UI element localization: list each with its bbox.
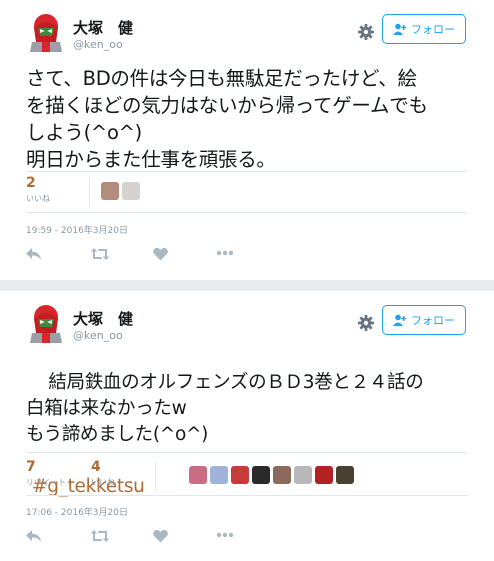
retweets-label: リツイート xyxy=(26,478,66,487)
timestamp[interactable]: 17:06 - 2016年3月20日 xyxy=(26,505,128,518)
heart-icon[interactable] xyxy=(153,529,168,543)
liker-avatar[interactable] xyxy=(315,466,333,484)
more-icon[interactable] xyxy=(216,532,234,538)
tweet-text-body: 結局鉄血のオルフェンズのＢＤ3巻と２４話の 白箱は来なかったw もう諦めました(… xyxy=(26,372,424,445)
follow-user-icon xyxy=(393,314,407,326)
more-icon[interactable] xyxy=(216,250,234,256)
follow-button-label: フォロー xyxy=(411,314,455,327)
retweet-icon[interactable] xyxy=(90,529,110,543)
author-name[interactable]: 大塚 健 xyxy=(73,308,133,329)
likes-label: いいね xyxy=(26,194,50,203)
liker-avatar[interactable] xyxy=(336,466,354,484)
reply-icon[interactable] xyxy=(26,529,42,543)
retweets-stat[interactable]: 7 リツイート xyxy=(26,459,66,488)
likes-count: 2 xyxy=(26,175,36,191)
timestamp[interactable]: 19:59 - 2016年3月20日 xyxy=(26,223,128,236)
avatar[interactable] xyxy=(26,303,66,343)
follow-button[interactable]: フォロー xyxy=(382,305,466,335)
divider xyxy=(89,177,90,207)
gear-icon[interactable] xyxy=(355,312,377,334)
likes-stat[interactable]: 2 いいね xyxy=(26,175,50,204)
liker-avatar[interactable] xyxy=(189,466,207,484)
divider xyxy=(26,171,468,172)
tweet-text: さて、BDの件は今日も無駄足だったけど、絵 を描くほどの気力はないから帰ってゲー… xyxy=(26,67,428,171)
liker-avatar[interactable] xyxy=(210,466,228,484)
tweet-text: 結局鉄血のオルフェンズのＢＤ3巻と２４話の 白箱は来なかったw もう諦めました(… xyxy=(26,344,482,552)
tweet-actions xyxy=(26,247,236,265)
likes-label: いいね xyxy=(91,478,115,487)
heart-icon[interactable] xyxy=(153,247,168,261)
follow-user-icon xyxy=(393,23,407,35)
timeline-separator xyxy=(0,280,494,291)
liker-avatars xyxy=(189,466,354,484)
tweet-card: 大塚 健 @ken_oo フォロー さて、BDの件は今日も無駄足だったけど、絵 … xyxy=(0,0,494,280)
retweets-count: 7 xyxy=(26,459,36,475)
liker-avatar[interactable] xyxy=(252,466,270,484)
follow-button[interactable]: フォロー xyxy=(382,14,466,44)
divider xyxy=(26,495,468,496)
liker-avatar[interactable] xyxy=(101,182,119,200)
liker-avatar[interactable] xyxy=(122,182,140,200)
gear-icon[interactable] xyxy=(355,21,377,43)
author-handle[interactable]: @ken_oo xyxy=(73,38,123,51)
author-handle[interactable]: @ken_oo xyxy=(73,329,123,342)
author-name[interactable]: 大塚 健 xyxy=(73,17,133,38)
retweet-icon[interactable] xyxy=(90,247,110,261)
liker-avatar[interactable] xyxy=(273,466,291,484)
likes-count: 4 xyxy=(91,459,101,475)
tweet-actions xyxy=(26,529,236,547)
divider xyxy=(26,212,468,213)
divider xyxy=(26,452,468,453)
reply-icon[interactable] xyxy=(26,247,42,261)
avatar[interactable] xyxy=(26,12,66,52)
liker-avatars xyxy=(101,182,140,200)
tweet-card: 大塚 健 @ken_oo フォロー 結局鉄血のオルフェンズのＢＤ3巻と２４話の … xyxy=(0,291,494,561)
divider xyxy=(155,461,156,491)
liker-avatar[interactable] xyxy=(231,466,249,484)
liker-avatar[interactable] xyxy=(294,466,312,484)
follow-button-label: フォロー xyxy=(411,23,455,36)
likes-stat[interactable]: 4 いいね xyxy=(91,459,115,488)
